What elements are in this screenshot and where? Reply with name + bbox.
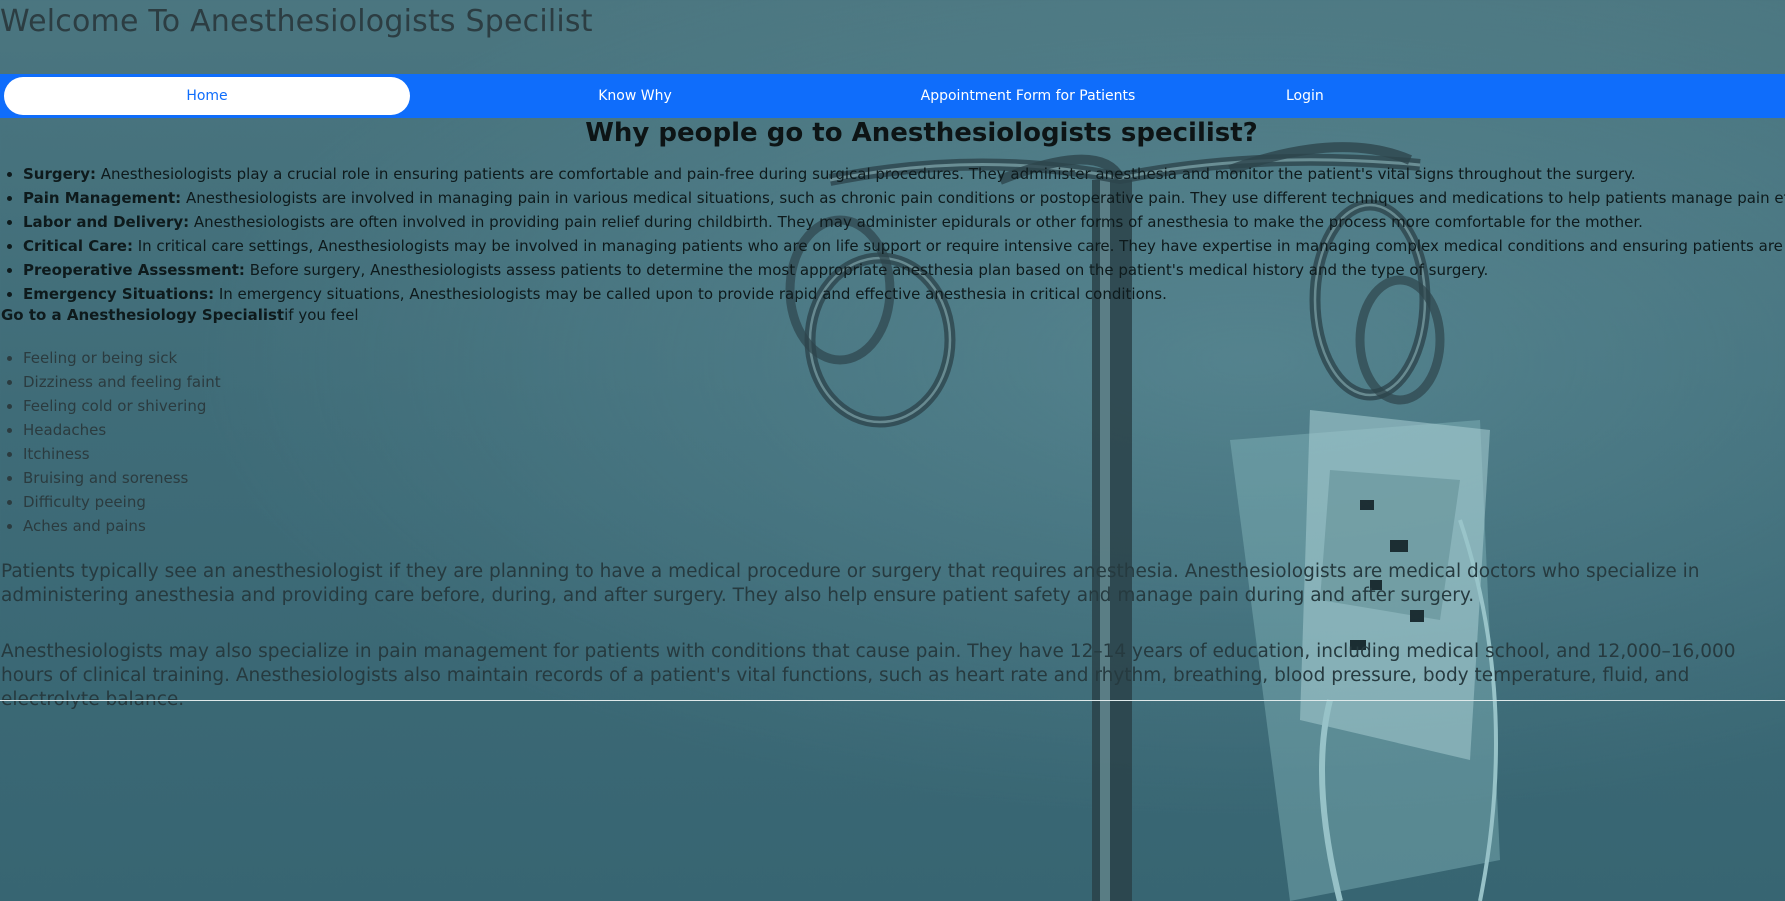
list-item: Labor and Delivery: Anesthesiologists ar… [23, 210, 1785, 234]
reason-text: In critical care settings, Anesthesiolog… [132, 237, 1785, 255]
reason-term: Labor and Delivery: [23, 213, 190, 231]
page: Welcome To Anesthesiologists Specilist H… [0, 0, 1785, 901]
reason-term: Surgery: [23, 165, 96, 183]
intro-paragraph: Patients typically see an anesthesiologi… [1, 561, 1700, 606]
go-to-specialist-line: Go to a Anesthesiology Specialistif you … [1, 306, 359, 324]
list-item: Emergency Situations: In emergency situa… [23, 282, 1785, 306]
list-item: Feeling cold or shivering [23, 394, 221, 418]
main-nav: Home Know Why Appointment Form for Patie… [0, 74, 1785, 118]
divider [0, 700, 1785, 701]
list-item: Dizziness and feeling faint [23, 370, 221, 394]
list-item: Aches and pains [23, 514, 221, 538]
list-item: Preoperative Assessment: Before surgery,… [23, 258, 1785, 282]
list-item: Surgery: Anesthesiologists play a crucia… [23, 162, 1785, 186]
list-item: Critical Care: In critical care settings… [23, 234, 1785, 258]
list-item: Pain Management: Anesthesiologists are i… [23, 186, 1785, 210]
reason-term: Pain Management: [23, 189, 182, 207]
nav-item-know-why[interactable]: Know Why [410, 77, 860, 115]
reason-text: Anesthesiologists play a crucial role in… [95, 165, 1636, 183]
nav-item-home[interactable]: Home [4, 77, 410, 115]
list-item: Feeling or being sick [23, 346, 221, 370]
nav-item-login[interactable]: Login [1196, 77, 1785, 115]
site-title: Welcome To Anesthesiologists Specilist [0, 4, 593, 39]
list-item: Itchiness [23, 442, 221, 466]
nav-item-appointment-form[interactable]: Appointment Form for Patients [860, 77, 1196, 115]
reasons-list: Surgery: Anesthesiologists play a crucia… [0, 162, 1785, 306]
reason-text: Before surgery, Anesthesiologists assess… [244, 261, 1489, 279]
main-heading: Why people go to Anesthesiologists speci… [585, 118, 1258, 148]
reason-term: Critical Care: [23, 237, 133, 255]
reason-text: Anesthesiologists are involved in managi… [181, 189, 1785, 207]
training-paragraph: Anesthesiologists may also specialize in… [1, 641, 1736, 710]
reason-text: In emergency situations, Anesthesiologis… [214, 285, 1167, 303]
symptoms-list: Feeling or being sick Dizziness and feel… [0, 346, 221, 538]
go-line-rest: if you feel [284, 306, 359, 324]
list-item: Bruising and soreness [23, 466, 221, 490]
reason-term: Preoperative Assessment: [23, 261, 245, 279]
list-item: Difficulty peeing [23, 490, 221, 514]
reason-text: Anesthesiologists are often involved in … [189, 213, 1643, 231]
go-line-bold: Go to a Anesthesiology Specialist [1, 306, 285, 324]
reason-term: Emergency Situations: [23, 285, 215, 303]
list-item: Headaches [23, 418, 221, 442]
